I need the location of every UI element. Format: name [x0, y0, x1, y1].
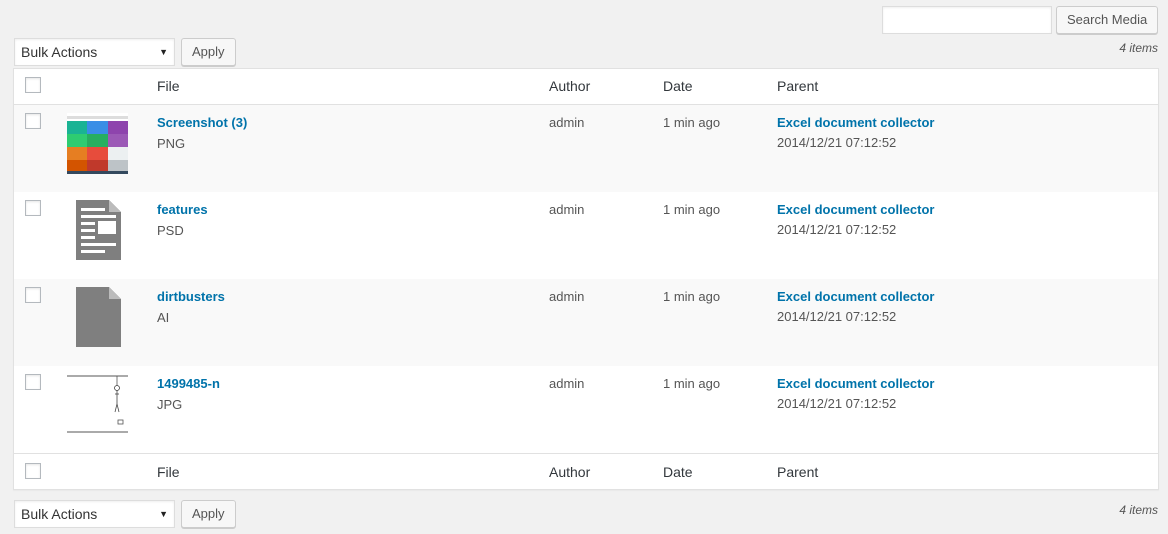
- row-checkbox[interactable]: [25, 287, 41, 303]
- file-title-link[interactable]: Screenshot (3): [157, 115, 247, 130]
- file-type: PNG: [157, 136, 186, 151]
- row-checkbox[interactable]: [25, 113, 41, 129]
- item-count-bottom: 4 items: [1119, 503, 1158, 517]
- media-table: File Author Date Parent Screenshot (3) P…: [13, 68, 1159, 490]
- date: 1 min ago: [663, 289, 721, 304]
- file-title-link[interactable]: dirtbusters: [157, 289, 225, 304]
- column-parent[interactable]: Parent: [777, 78, 818, 94]
- file-type: JPG: [157, 397, 183, 412]
- parent-link[interactable]: Excel document collector: [777, 289, 935, 304]
- parent-link[interactable]: Excel document collector: [777, 115, 935, 130]
- parent-link[interactable]: Excel document collector: [777, 376, 935, 391]
- author: admin: [549, 376, 585, 391]
- file-type: PSD: [157, 223, 184, 238]
- date: 1 min ago: [663, 202, 721, 217]
- select-all-checkbox[interactable]: [25, 77, 41, 93]
- document-icon[interactable]: [67, 200, 128, 261]
- search-input[interactable]: [882, 6, 1052, 34]
- bulk-actions-select-top[interactable]: Bulk Actions ▼: [14, 38, 175, 66]
- column-file[interactable]: File: [157, 78, 180, 94]
- file-title-link[interactable]: 1499485-n: [157, 376, 220, 391]
- select-all-checkbox-footer[interactable]: [25, 463, 41, 479]
- author: admin: [549, 115, 585, 130]
- author: admin: [549, 202, 585, 217]
- column-date[interactable]: Date: [663, 78, 693, 94]
- dropdown-arrow-icon: ▼: [159, 509, 168, 519]
- column-author[interactable]: Author: [549, 78, 590, 94]
- table-row: features PSD admin 1 min ago Excel docum…: [14, 192, 1158, 279]
- file-title-link[interactable]: features: [157, 202, 208, 217]
- column-author-footer[interactable]: Author: [549, 464, 590, 480]
- column-parent-footer[interactable]: Parent: [777, 464, 818, 480]
- table-row: dirtbusters AI admin 1 min ago Excel doc…: [14, 279, 1158, 366]
- column-file-footer[interactable]: File: [157, 464, 180, 480]
- sketch-thumbnail[interactable]: [67, 374, 128, 435]
- table-footer: File Author Date Parent: [14, 453, 1158, 489]
- file-icon[interactable]: [67, 287, 128, 348]
- date: 1 min ago: [663, 376, 721, 391]
- table-header: File Author Date Parent: [14, 69, 1158, 105]
- parent-link[interactable]: Excel document collector: [777, 202, 935, 217]
- parent-date: 2014/12/21 07:12:52: [777, 396, 897, 411]
- row-checkbox[interactable]: [25, 374, 41, 390]
- table-row: 1499485-n JPG admin 1 min ago Excel docu…: [14, 366, 1158, 453]
- dropdown-arrow-icon: ▼: [159, 47, 168, 57]
- column-date-footer[interactable]: Date: [663, 464, 693, 480]
- parent-date: 2014/12/21 07:12:52: [777, 135, 897, 150]
- parent-date: 2014/12/21 07:12:52: [777, 222, 897, 237]
- item-count-top: 4 items: [1119, 41, 1158, 55]
- row-checkbox[interactable]: [25, 200, 41, 216]
- apply-button-bottom[interactable]: Apply: [181, 500, 236, 528]
- bulk-actions-selected: Bulk Actions: [21, 44, 98, 60]
- apply-button-top[interactable]: Apply: [181, 38, 236, 66]
- author: admin: [549, 289, 585, 304]
- bulk-actions-select-bottom[interactable]: Bulk Actions ▼: [14, 500, 175, 528]
- parent-date: 2014/12/21 07:12:52: [777, 309, 897, 324]
- search-media-button[interactable]: Search Media: [1056, 6, 1159, 34]
- table-row: Screenshot (3) PNG admin 1 min ago Excel…: [14, 105, 1158, 192]
- file-type: AI: [157, 310, 170, 325]
- screenshot-thumbnail[interactable]: [67, 113, 128, 174]
- bulk-actions-selected: Bulk Actions: [21, 506, 98, 522]
- date: 1 min ago: [663, 115, 721, 130]
